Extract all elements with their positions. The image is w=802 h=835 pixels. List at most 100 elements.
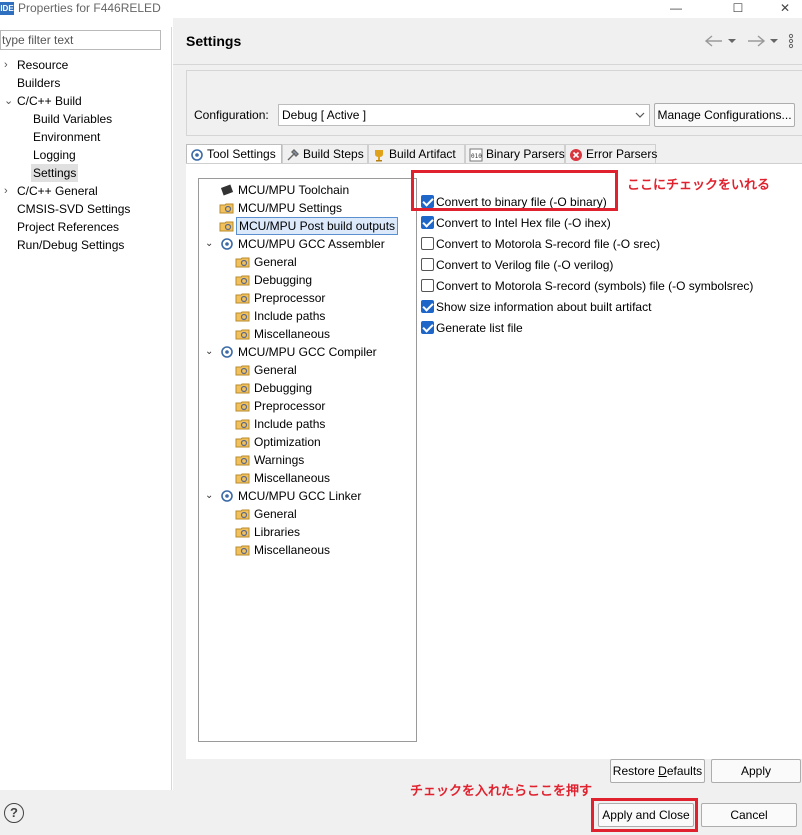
tree-item-mcu-mpu-gcc-compiler[interactable]: ⌄ MCU/MPU GCC Compiler <box>199 343 416 361</box>
chevron-right-icon[interactable]: › <box>4 56 14 74</box>
forward-icon[interactable] <box>748 35 766 47</box>
nav-item-label: Build Variables <box>33 112 113 126</box>
more-icon[interactable] <box>788 33 794 49</box>
nav-item-build-variables[interactable]: Build Variables <box>0 110 170 128</box>
chevron-right-icon[interactable]: › <box>4 182 14 200</box>
tree-item-label: Debugging <box>254 273 313 287</box>
nav-item-label: Logging <box>33 148 76 162</box>
settings-folder-icon <box>219 219 235 233</box>
dropdown-icon[interactable] <box>728 39 736 43</box>
settings-folder-icon <box>235 291 251 305</box>
option-label[interactable]: Convert to Intel Hex file (-O ihex) <box>436 214 611 232</box>
nav-item-resource[interactable]: › Resource <box>0 56 170 74</box>
option-label[interactable]: Show size information about built artifa… <box>436 298 651 316</box>
tree-item-preprocessor[interactable]: Preprocessor <box>199 289 416 307</box>
option-checkbox[interactable] <box>421 300 434 313</box>
annotation-note-apply: チェックを入れたらここを押す <box>410 784 593 799</box>
tree-item-label: Include paths <box>254 417 326 431</box>
settings-folder-icon <box>235 381 251 395</box>
tree-item-miscellaneous[interactable]: Miscellaneous <box>199 325 416 343</box>
binary-parsers-icon: 010 <box>469 148 483 162</box>
nav-item-label: CMSIS-SVD Settings <box>17 202 131 216</box>
back-icon[interactable] <box>704 35 722 47</box>
tree-item-label: Miscellaneous <box>254 327 331 341</box>
tree-item-debugging[interactable]: Debugging <box>199 379 416 397</box>
window-title: Properties for F446RELED <box>18 1 161 15</box>
dropdown-icon[interactable] <box>770 39 778 43</box>
tab-build-artifact[interactable]: Build Artifact <box>368 144 465 164</box>
tree-item-label: Preprocessor <box>254 399 326 413</box>
tree-item-mcu-mpu-toolchain[interactable]: MCU/MPU Toolchain <box>199 181 416 199</box>
option-checkbox[interactable] <box>421 279 434 292</box>
chevron-down-icon[interactable]: ⌄ <box>4 92 14 110</box>
tree-item-include-paths[interactable]: Include paths <box>199 415 416 433</box>
help-icon[interactable]: ? <box>4 803 24 823</box>
chevron-down-icon[interactable]: ⌄ <box>205 235 215 253</box>
tree-item-preprocessor[interactable]: Preprocessor <box>199 397 416 415</box>
tree-item-warnings[interactable]: Warnings <box>199 451 416 469</box>
nav-item-builders[interactable]: Builders <box>0 74 170 92</box>
apply-button[interactable]: Apply <box>711 759 801 783</box>
tool-gear-icon <box>219 345 235 359</box>
tree-item-general[interactable]: General <box>199 361 416 379</box>
nav-item-cmsis-svd-settings[interactable]: CMSIS-SVD Settings <box>0 200 170 218</box>
nav-item-c-c-general[interactable]: › C/C++ General <box>0 182 170 200</box>
tree-item-libraries[interactable]: Libraries <box>199 523 416 541</box>
cancel-button[interactable]: Cancel <box>701 803 797 827</box>
restore-defaults-button[interactable]: Restore Defaults <box>610 759 705 783</box>
tree-item-optimization[interactable]: Optimization <box>199 433 416 451</box>
tab-binary-parsers[interactable]: 010 Binary Parsers <box>465 144 565 164</box>
tree-item-general[interactable]: General <box>199 253 416 271</box>
tab-error-parsers[interactable]: Error Parsers <box>565 144 657 164</box>
tool-settings-panel: MCU/MPU Toolchain MCU/MPU Settings MCU/MPU… <box>186 163 802 759</box>
close-button[interactable]: ✕ <box>770 0 800 16</box>
tree-item-general[interactable]: General <box>199 505 416 523</box>
option-checkbox[interactable] <box>421 237 434 250</box>
settings-folder-icon <box>235 399 251 413</box>
tree-item-include-paths[interactable]: Include paths <box>199 307 416 325</box>
option-label[interactable]: Convert to Verilog file (-O verilog) <box>436 256 613 274</box>
nav-item-run-debug-settings[interactable]: Run/Debug Settings <box>0 236 170 254</box>
tab-build-steps[interactable]: Build Steps <box>282 144 368 164</box>
tree-item-label: Libraries <box>254 525 301 539</box>
tree-item-label: General <box>254 363 297 377</box>
filter-input[interactable] <box>0 30 161 50</box>
separator <box>173 64 802 65</box>
tree-item-label: Warnings <box>254 453 305 467</box>
chevron-down-icon <box>635 107 645 129</box>
option-checkbox[interactable] <box>421 321 434 334</box>
option-checkbox[interactable] <box>421 258 434 271</box>
nav-item-project-references[interactable]: Project References <box>0 218 170 236</box>
option-checkbox[interactable] <box>421 216 434 229</box>
tree-item-mcu-mpu-gcc-assembler[interactable]: ⌄ MCU/MPU GCC Assembler <box>199 235 416 253</box>
tree-item-label: General <box>254 507 297 521</box>
settings-folder-icon <box>235 309 251 323</box>
tree-item-mcu-mpu-settings[interactable]: MCU/MPU Settings <box>199 199 416 217</box>
manage-configurations-button[interactable]: Manage Configurations... <box>654 103 795 127</box>
nav-item-logging[interactable]: Logging <box>0 146 170 164</box>
error-parsers-icon <box>569 148 583 162</box>
nav-item-label: Settings <box>31 164 79 182</box>
chevron-down-icon[interactable]: ⌄ <box>205 487 215 505</box>
minimize-button[interactable]: — <box>661 0 691 16</box>
tree-item-miscellaneous[interactable]: Miscellaneous <box>199 469 416 487</box>
tab-tool-settings[interactable]: Tool Settings <box>186 144 282 164</box>
nav-item-c-c-build[interactable]: ⌄ C/C++ Build <box>0 92 170 110</box>
nav-item-environment[interactable]: Environment <box>0 128 170 146</box>
nav-item-label: C/C++ General <box>17 184 98 198</box>
tree-item-mcu-mpu-gcc-linker[interactable]: ⌄ MCU/MPU GCC Linker <box>199 487 416 505</box>
svg-text:010: 010 <box>471 153 482 160</box>
nav-item-label: C/C++ Build <box>17 94 82 108</box>
option-label[interactable]: Convert to Motorola S-record (symbols) f… <box>436 277 753 295</box>
tree-item-debugging[interactable]: Debugging <box>199 271 416 289</box>
option-label[interactable]: Convert to Motorola S-record file (-O sr… <box>436 235 660 253</box>
nav-item-settings[interactable]: Settings <box>0 164 170 182</box>
chevron-down-icon[interactable]: ⌄ <box>205 343 215 361</box>
tree-item-mcu-mpu-post-build-outputs[interactable]: MCU/MPU Post build outputs <box>199 217 416 235</box>
configuration-select[interactable]: Debug [ Active ] <box>278 104 650 126</box>
tab-label: Binary Parsers <box>486 147 565 161</box>
maximize-button[interactable]: ☐ <box>723 0 753 16</box>
tree-item-label: Miscellaneous <box>254 471 331 485</box>
tree-item-miscellaneous[interactable]: Miscellaneous <box>199 541 416 559</box>
option-label[interactable]: Generate list file <box>436 319 523 337</box>
